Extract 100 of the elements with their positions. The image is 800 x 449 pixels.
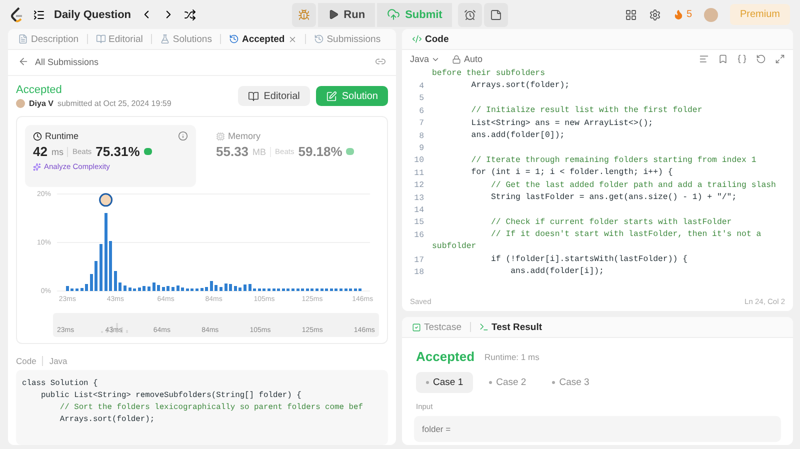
case-tab[interactable]: Case 2 xyxy=(479,372,536,393)
histogram-bar xyxy=(262,288,266,291)
input-field[interactable]: folder = xyxy=(414,416,781,442)
sparkle-icon xyxy=(33,162,41,170)
language-label: Java xyxy=(49,356,68,366)
histogram-bar xyxy=(70,288,74,291)
histogram-bar xyxy=(166,286,170,291)
lock-icon xyxy=(452,54,462,64)
submit-button[interactable]: Submit xyxy=(377,2,452,26)
result-status: Accepted xyxy=(416,349,475,364)
line-number: 7 xyxy=(418,119,425,128)
book-icon xyxy=(96,34,106,44)
metric-unit: ms xyxy=(51,146,64,156)
line-number: 17 xyxy=(413,256,425,265)
panel-tab[interactable]: Editorial xyxy=(92,32,147,46)
histogram-bar xyxy=(190,288,194,291)
problem-list-title[interactable]: Daily Question xyxy=(54,8,132,20)
panel-tab[interactable]: Accepted xyxy=(224,32,301,46)
grid-icon[interactable] xyxy=(625,8,638,20)
code-line: before their subfolders xyxy=(432,68,546,80)
case-tab[interactable]: Case 3 xyxy=(542,372,600,393)
back-arrow-icon[interactable] xyxy=(18,56,29,67)
flask-icon xyxy=(160,34,170,44)
solution-button[interactable]: Solution xyxy=(316,86,388,106)
code-line: Arrays.sort(folder); xyxy=(470,80,570,92)
beats-percentage: 75.31% xyxy=(96,144,140,159)
histogram-bar xyxy=(244,284,246,291)
avatar-icon xyxy=(99,193,113,207)
reset-icon[interactable] xyxy=(756,54,766,64)
close-icon[interactable] xyxy=(288,34,297,44)
document-icon xyxy=(18,34,28,44)
code-icon xyxy=(412,34,422,44)
book-icon xyxy=(248,90,259,102)
metric-value: 42 xyxy=(33,144,48,159)
histogram-bar xyxy=(340,288,342,291)
timer-button[interactable] xyxy=(458,2,482,26)
mode-label: Auto xyxy=(464,54,483,64)
badge-icon xyxy=(144,148,152,155)
histogram-bar xyxy=(272,288,276,291)
logo-icon[interactable] xyxy=(10,6,24,22)
code-line: ans.add(folder[i]); xyxy=(510,266,604,278)
user-name[interactable]: Diya V xyxy=(29,99,54,108)
settings-icon[interactable] xyxy=(649,8,662,20)
streak-counter[interactable]: 5 xyxy=(673,9,692,20)
histogram-bar xyxy=(224,284,228,291)
code-tab[interactable]: Code xyxy=(408,32,453,46)
submission-time: submitted at Oct 25, 2024 19:59 xyxy=(57,99,172,108)
line-number: 12 xyxy=(413,181,425,190)
editorial-button[interactable]: Editorial xyxy=(238,86,310,106)
code-line: // Iterate through remaining folders starting from index 1 xyxy=(470,154,756,167)
case-tab[interactable]: Case 1 xyxy=(416,372,474,393)
panel-tab[interactable]: Description xyxy=(14,32,83,46)
code-label: Code xyxy=(16,356,36,366)
code-line: // Initialize result list with the first folder xyxy=(470,105,702,118)
debug-button[interactable] xyxy=(292,2,316,26)
braces-icon[interactable] xyxy=(737,54,747,64)
link-icon[interactable] xyxy=(375,56,386,67)
expand-icon[interactable] xyxy=(775,54,785,64)
histogram-bar xyxy=(152,282,156,291)
result-tab[interactable]: Testcase xyxy=(408,320,466,334)
code-line: ans.add(folder[0]); xyxy=(470,130,565,142)
line-number: 16 xyxy=(413,230,425,240)
badge-icon xyxy=(346,148,354,155)
histogram-bar xyxy=(148,286,150,291)
histogram-bar xyxy=(320,288,324,291)
metric-label: Runtime xyxy=(45,131,79,141)
shuffle-icon[interactable] xyxy=(184,8,196,20)
histogram-bar xyxy=(268,288,270,291)
panel-tab[interactable]: Solutions xyxy=(156,32,216,46)
chip-icon xyxy=(216,132,225,140)
histogram-bar xyxy=(238,288,242,291)
histogram-bar xyxy=(100,244,102,291)
histogram-bar xyxy=(358,288,362,291)
flame-icon xyxy=(673,9,684,20)
line-number: 6 xyxy=(418,106,425,116)
all-submissions-link[interactable]: All Submissions xyxy=(35,56,99,66)
line-number: 13 xyxy=(413,194,425,203)
panel-tab[interactable]: Submissions xyxy=(310,32,385,46)
notes-button[interactable] xyxy=(484,2,508,26)
histogram-bar xyxy=(118,282,122,291)
play-icon xyxy=(328,9,339,20)
histogram-bar xyxy=(292,288,294,291)
histogram-bar xyxy=(200,288,204,291)
code-line: // Check if current folder starts with lastFolder xyxy=(490,216,732,229)
code-line: if (!folder[i].startsWith(lastFolder)) { xyxy=(490,254,688,266)
bookmark-icon[interactable] xyxy=(718,54,728,64)
code-line: // Get the last added folder path and add a trailing slash xyxy=(490,180,776,192)
histogram-bar xyxy=(296,288,300,291)
format-icon[interactable] xyxy=(699,54,709,64)
histogram-bar xyxy=(334,288,338,291)
code-line: String lastFolder = ans.get(ans.size() - 1) + "/"; xyxy=(490,192,737,204)
submission-status: Accepted xyxy=(16,84,63,96)
language-selector[interactable]: Java xyxy=(410,54,440,64)
histogram-bar xyxy=(248,284,252,291)
line-number: 9 xyxy=(418,144,425,154)
result-tab[interactable]: Test Result xyxy=(474,320,546,334)
run-button[interactable]: Run xyxy=(318,2,376,26)
histogram-bar xyxy=(286,288,290,291)
info-icon[interactable] xyxy=(178,131,188,141)
list-icon[interactable] xyxy=(33,8,45,20)
